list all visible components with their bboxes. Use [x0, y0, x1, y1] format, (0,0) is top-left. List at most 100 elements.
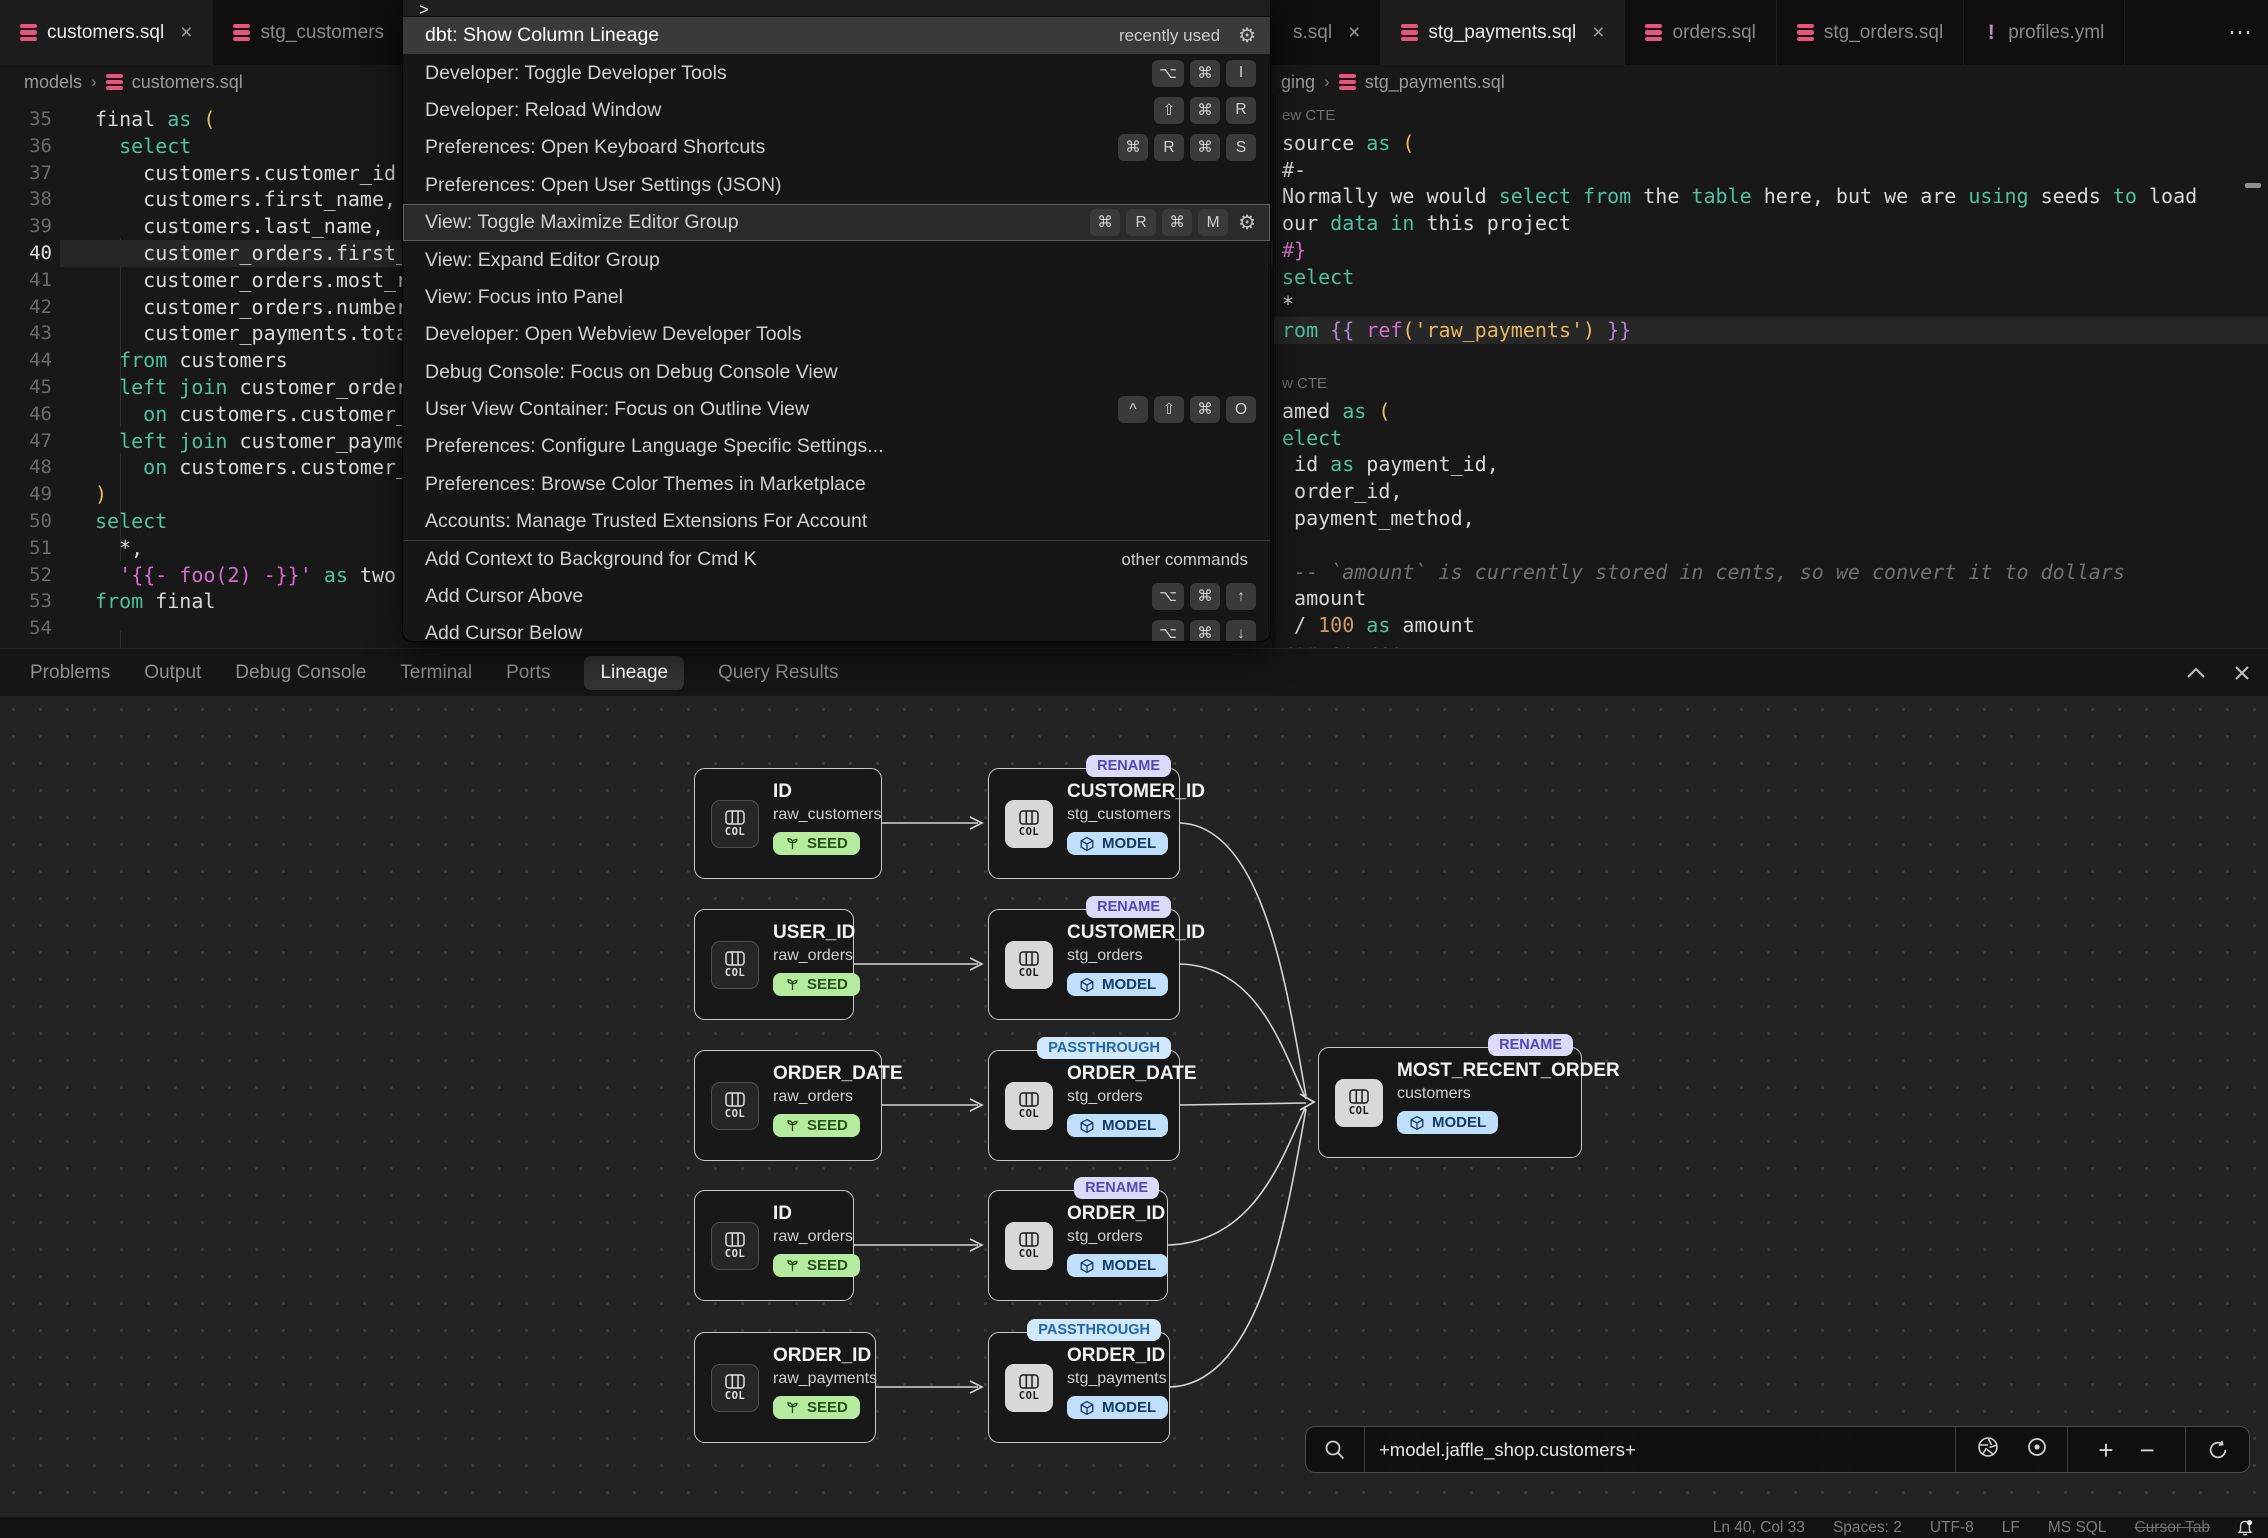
keybinding-key: R — [1154, 134, 1184, 161]
palette-item[interactable]: Developer: Reload Window⇧⌘R — [403, 92, 1270, 129]
lineage-node-order_date-raw_orders[interactable]: COLORDER_DATEraw_ordersSEED — [694, 1050, 882, 1161]
tab-label: stg_payments.sql — [1428, 22, 1576, 44]
close-tab-icon[interactable]: × — [180, 21, 192, 45]
palette-item[interactable]: Preferences: Open User Settings (JSON) — [403, 167, 1270, 204]
database-icon — [1401, 24, 1418, 42]
code-line: order_id, — [1282, 478, 1402, 505]
palette-item[interactable]: Add Cursor Above⌥⌘↑ — [403, 578, 1270, 615]
palette-item[interactable]: dbt: Show Column Lineagerecently used⚙ — [403, 17, 1270, 54]
panel-tab-problems[interactable]: Problems — [30, 662, 110, 684]
column-icon-label: COL — [1349, 1105, 1369, 1117]
tab-stg_customers[interactable]: stg_customers — [213, 0, 405, 65]
lineage-search-input[interactable] — [1365, 1439, 1955, 1461]
status-item[interactable]: Ln 40, Col 33 — [1713, 1519, 1805, 1537]
palette-item-label: Debug Console: Focus on Debug Console Vi… — [425, 361, 1256, 384]
palette-item[interactable]: Debug Console: Focus on Debug Console Vi… — [403, 354, 1270, 391]
palette-item[interactable]: Preferences: Configure Language Specific… — [403, 428, 1270, 465]
breadcrumb-folder[interactable]: ging — [1281, 72, 1315, 93]
status-item[interactable]: Cursor Tab — [2134, 1519, 2210, 1537]
lineage-node-customer_id-stg_orders[interactable]: RENAMECOLCUSTOMER_IDstg_ordersMODEL — [988, 909, 1180, 1020]
panel-tab-debug-console[interactable]: Debug Console — [235, 662, 366, 684]
palette-item[interactable]: User View Container: Focus on Outline Vi… — [403, 391, 1270, 428]
lineage-node-order_date-stg_orders[interactable]: PASSTHROUGHCOLORDER_DATEstg_ordersMODEL — [988, 1050, 1180, 1161]
tab-stg_orders-sql[interactable]: stg_orders.sql — [1777, 0, 1964, 65]
status-item[interactable]: MS SQL — [2048, 1519, 2107, 1537]
breadcrumb-folder[interactable]: models — [24, 72, 82, 93]
line-number: 53 — [0, 588, 52, 615]
status-item[interactable]: UTF-8 — [1930, 1519, 1974, 1537]
chevron-right-icon: › — [1324, 72, 1330, 92]
column-icon: COL — [1335, 1079, 1383, 1127]
column-icon-label: COL — [1019, 826, 1039, 838]
column-icon: COL — [1005, 1082, 1053, 1130]
command-palette-input[interactable]: > — [403, 0, 1270, 17]
lineage-node-order_id-stg_orders[interactable]: RENAMECOLORDER_IDstg_ordersMODEL — [988, 1190, 1168, 1301]
palette-item[interactable]: View: Focus into Panel — [403, 279, 1270, 316]
code-line: from customers — [95, 347, 288, 374]
status-item[interactable]: Spaces: 2 — [1833, 1519, 1902, 1537]
code-line: customers.last_name, — [95, 213, 384, 240]
refresh-button[interactable] — [2185, 1427, 2249, 1472]
editor-right[interactable]: ew CTEsource as (#-Normally we would sel… — [1273, 95, 2268, 648]
node-subtitle: stg_orders — [1067, 945, 1179, 967]
lineage-node-order_id-stg_payments[interactable]: PASSTHROUGHCOLORDER_IDstg_paymentsMODEL — [988, 1332, 1170, 1443]
tab-orders-sql[interactable]: orders.sql — [1625, 0, 1776, 65]
gear-icon[interactable]: ⚙ — [1238, 23, 1256, 48]
palette-item[interactable]: Developer: Open Webview Developer Tools — [403, 316, 1270, 353]
lineage-node-order_id-raw_payments[interactable]: COLORDER_IDraw_paymentsSEED — [694, 1332, 876, 1443]
tab-profiles-yml[interactable]: !profiles.yml — [1964, 0, 2125, 65]
model-badge: MODEL — [1397, 1111, 1498, 1134]
edge-type-badge: PASSTHROUGH — [1037, 1037, 1171, 1059]
palette-item[interactable]: Developer: Toggle Developer Tools⌥⌘I — [403, 54, 1270, 91]
close-tab-icon[interactable]: × — [1348, 21, 1360, 45]
palette-item[interactable]: View: Toggle Maximize Editor Group⌘R⌘M⚙ — [403, 204, 1270, 241]
zoom-out-button[interactable]: − — [2140, 1437, 2155, 1463]
keybinding-key: M — [1198, 209, 1228, 236]
target-icon[interactable] — [2026, 1436, 2048, 1463]
codelens-label[interactable]: w CTE — [1282, 371, 1327, 398]
keybinding-key: ⌘ — [1190, 60, 1220, 87]
gear-icon[interactable]: ⚙ — [1238, 210, 1256, 235]
codelens-label[interactable]: ew CTE — [1282, 103, 1335, 130]
tab-s-sql[interactable]: s.sql× — [1273, 0, 1381, 65]
palette-item[interactable]: Preferences: Open Keyboard Shortcuts⌘R⌘S — [403, 129, 1270, 166]
panel-tab-ports[interactable]: Ports — [506, 662, 550, 684]
panel-tab-query-results[interactable]: Query Results — [718, 662, 838, 684]
line-number: 49 — [0, 481, 52, 508]
lineage-canvas[interactable]: + − COLIDraw_customersSEED RENAMECOLCUSTO… — [0, 696, 2268, 1517]
palette-item[interactable]: View: Expand Editor Group — [403, 241, 1270, 278]
panel-tab-output[interactable]: Output — [144, 662, 201, 684]
bell-icon[interactable] — [2236, 1519, 2254, 1537]
palette-item-label: Add Cursor Below — [425, 622, 1146, 642]
close-tab-icon[interactable]: × — [1592, 21, 1604, 45]
lineage-node-id-raw_orders[interactable]: COLIDraw_ordersSEED — [694, 1190, 854, 1301]
lineage-node-user_id-raw_orders[interactable]: COLUSER_IDraw_ordersSEED — [694, 909, 854, 1020]
column-icon-label: COL — [725, 1248, 745, 1260]
line-number: 52 — [0, 562, 52, 589]
breadcrumb: models › customers.sql — [24, 68, 243, 96]
lineage-node-customer_id-stg_customers[interactable]: RENAMECOLCUSTOMER_IDstg_customersMODEL — [988, 768, 1180, 879]
breadcrumb-file[interactable]: customers.sql — [132, 72, 243, 93]
node-content: CUSTOMER_IDstg_customersMODEL — [1067, 769, 1179, 857]
panel-tab-terminal[interactable]: Terminal — [400, 662, 472, 684]
command-palette: > dbt: Show Column Lineagerecently used⚙… — [402, 0, 1271, 642]
tab-stg_payments-sql[interactable]: stg_payments.sql × — [1381, 0, 1625, 65]
lineage-node-most_recent_order-customers[interactable]: RENAMECOLMOST_RECENT_ORDERcustomersMODEL — [1318, 1047, 1582, 1158]
code-line: '{{- foo(2) -}}' as two — [95, 562, 396, 589]
more-tabs-icon[interactable]: ⋯ — [2228, 0, 2254, 65]
breadcrumb-file[interactable]: stg_payments.sql — [1365, 72, 1505, 93]
close-panel-icon[interactable] — [2234, 665, 2250, 681]
keybinding-key: ↓ — [1226, 620, 1256, 642]
palette-item[interactable]: Accounts: Manage Trusted Extensions For … — [403, 503, 1270, 540]
panel-tab-lineage[interactable]: Lineage — [584, 656, 684, 690]
node-title: ORDER_DATE — [773, 1062, 881, 1086]
tab-customers-sql[interactable]: customers.sql× — [0, 0, 213, 65]
aperture-icon[interactable] — [1976, 1435, 2000, 1464]
lineage-node-id-raw_customers[interactable]: COLIDraw_customersSEED — [694, 768, 882, 879]
palette-item[interactable]: Add Context to Background for Cmd Kother… — [403, 540, 1270, 577]
chevron-up-icon[interactable] — [2186, 667, 2206, 679]
zoom-in-button[interactable]: + — [2098, 1437, 2113, 1463]
palette-item[interactable]: Preferences: Browse Color Themes in Mark… — [403, 466, 1270, 503]
status-item[interactable]: LF — [2002, 1519, 2020, 1537]
palette-item[interactable]: Add Cursor Below⌥⌘↓ — [403, 615, 1270, 642]
